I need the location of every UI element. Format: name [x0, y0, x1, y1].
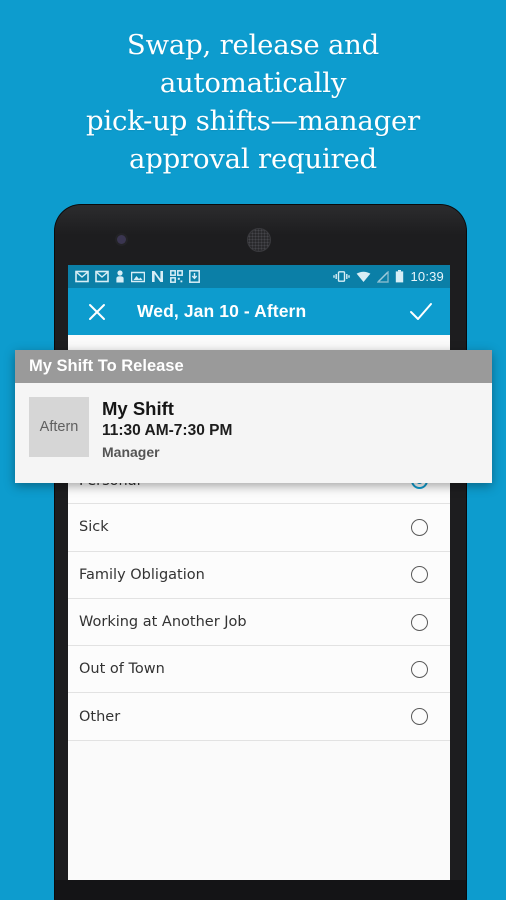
wifi-icon	[357, 271, 371, 282]
list-item-label: Other	[79, 708, 121, 725]
list-item[interactable]: Family Obligation	[68, 551, 450, 599]
my-shift-to-release-dialog: My Shift To Release Aftern My Shift 11:3…	[15, 350, 492, 483]
shift-details: My Shift 11:30 AM-7:30 PM Manager	[102, 397, 232, 463]
news-icon	[152, 271, 163, 282]
radio-button-sick[interactable]	[411, 518, 428, 536]
app-bar-title: Wed, Jan 10 - Aftern	[137, 301, 307, 321]
list-item[interactable]: Working at Another Job	[68, 598, 450, 647]
mail-icon	[95, 270, 109, 283]
front-camera-icon	[117, 235, 126, 244]
list-item-label: Working at Another Job	[79, 614, 247, 631]
list-item-label: Family Obligation	[79, 566, 205, 583]
status-bar: 10:39	[68, 265, 450, 288]
shift-role: Manager	[102, 444, 160, 460]
signal-off-icon	[377, 270, 390, 283]
shift-type-badge: Aftern	[29, 397, 89, 457]
shift-title: My Shift	[102, 398, 174, 419]
download-icon	[189, 270, 200, 283]
list-item[interactable]: Sick	[68, 504, 450, 552]
radio-button-other[interactable]	[411, 708, 428, 726]
person-icon	[116, 270, 124, 283]
status-bar-right-icons: 10:39	[333, 269, 444, 284]
status-bar-clock: 10:39	[410, 269, 444, 284]
battery-icon	[396, 270, 404, 283]
list-item[interactable]: Out of Town	[68, 646, 450, 694]
radio-button-working-at-another-job[interactable]	[411, 613, 428, 631]
mail-icon	[75, 270, 89, 283]
check-icon[interactable]	[408, 299, 434, 325]
vibrate-icon	[333, 271, 351, 282]
dialog-header: My Shift To Release	[15, 350, 492, 383]
list-item[interactable]: Other	[68, 693, 450, 741]
radio-button-family-obligation[interactable]	[411, 566, 428, 584]
qr-scan-icon	[170, 270, 183, 283]
list-item-label: Out of Town	[79, 661, 165, 678]
list-empty-area	[68, 740, 450, 861]
close-icon[interactable]	[84, 299, 110, 325]
page-title: Swap, release and automatically pick-up …	[86, 29, 420, 175]
dialog-body: Aftern My Shift 11:30 AM-7:30 PM Manager	[15, 383, 492, 483]
list-item-label: Sick	[79, 519, 109, 536]
device-bottom-chin	[55, 880, 466, 900]
shift-time-range: 11:30 AM-7:30 PM	[102, 422, 233, 439]
release-reason-list: Personal Sick Family Obligation Working …	[68, 457, 450, 861]
earpiece-speaker-icon	[247, 228, 271, 252]
app-bar: Wed, Jan 10 - Aftern	[68, 288, 450, 335]
radio-button-out-of-town[interactable]	[411, 660, 428, 678]
status-bar-left-icons	[75, 270, 200, 283]
photo-icon	[131, 271, 145, 282]
